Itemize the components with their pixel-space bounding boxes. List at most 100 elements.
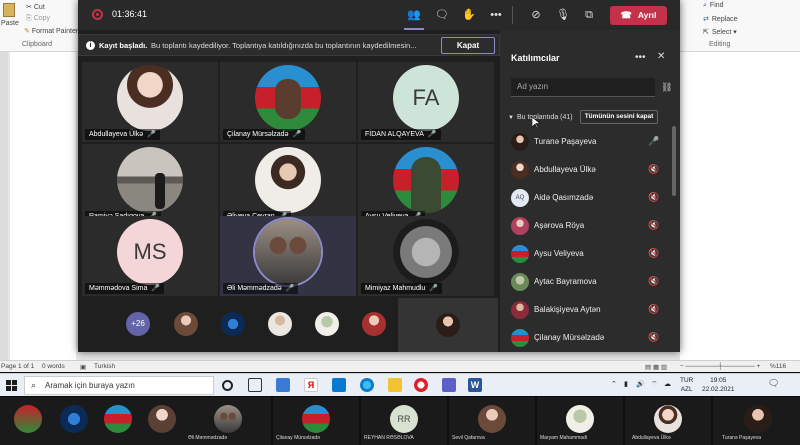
cut-button[interactable]: ✂ Cut — [26, 3, 45, 11]
leave-button[interactable]: ☎ Ayrıl — [610, 6, 667, 25]
participant-search-input[interactable]: Ad yazın — [511, 78, 655, 97]
copy-icon: ⎘ — [26, 15, 32, 22]
participant-thumbnail[interactable] — [14, 405, 42, 433]
participant-thumbnail[interactable] — [174, 312, 198, 336]
teams-icon[interactable] — [442, 378, 456, 392]
opera-icon[interactable] — [414, 378, 428, 392]
document-page-right[interactable] — [680, 52, 800, 360]
participant-thumbnail[interactable] — [221, 312, 245, 336]
taskbar-search-input[interactable]: ⌕ Aramak için buraya yazın — [24, 376, 214, 395]
windows-start-icon[interactable] — [6, 380, 17, 391]
document-page[interactable] — [10, 52, 76, 360]
cursor-icon: ⇱ — [703, 29, 709, 36]
self-avatar — [436, 313, 460, 337]
thumbnail-label: Çilanay Mürsəlzadə — [276, 435, 320, 441]
participant-thumbnail[interactable] — [60, 405, 88, 433]
language-indicator[interactable]: TUR AZL — [680, 376, 693, 394]
participant-thumbnail[interactable] — [744, 405, 772, 433]
file-explorer-icon[interactable] — [388, 378, 402, 392]
participant-thumbnail[interactable] — [566, 405, 594, 433]
share-screen-icon[interactable]: ⧉ — [581, 7, 597, 23]
tray-expand-icon[interactable]: ⌃ — [611, 380, 617, 388]
participant-name-tag: Məmmədova Sima 🎤 — [85, 283, 165, 294]
camera-off-icon[interactable]: ⊘ — [528, 7, 544, 23]
video-tile[interactable]: Çilanay Mürsəlzadə 🎤 — [220, 62, 356, 142]
task-view-icon[interactable] — [248, 378, 262, 392]
participant-thumbnail[interactable] — [104, 405, 132, 433]
chat-icon[interactable]: 🗨 — [434, 7, 450, 23]
more-options-icon[interactable]: ••• — [635, 52, 646, 63]
participant-thumbnail[interactable] — [214, 405, 242, 433]
meeting-timer: 01:36:41 — [112, 9, 148, 19]
participant-thumbnail[interactable] — [478, 405, 506, 433]
close-icon[interactable]: ✕ — [657, 51, 665, 62]
participant-thumbnail[interactable] — [362, 312, 386, 336]
microphone-icon[interactable]: 🎙 — [555, 7, 571, 23]
participant-row[interactable]: Abdullayeva Ülkə 🔇 — [500, 156, 680, 184]
participant-row[interactable]: AQ Aidə Qasımzadə 🔇 — [500, 184, 680, 212]
replace-button[interactable]: ⇄ Replace — [703, 15, 738, 23]
video-tile[interactable]: Ramiyə Sadıqova🎤 — [82, 144, 218, 224]
network-icon[interactable]: ⌔ — [651, 380, 658, 389]
avatar — [255, 65, 321, 131]
participant-row[interactable]: Aytac Bayramova 🔇 — [500, 268, 680, 296]
video-tile[interactable]: Mimiyaz Mahmudlu 🎤 — [358, 216, 494, 296]
reactions-icon[interactable]: ✋ — [461, 7, 477, 23]
participants-panel: Katılımcılar ••• ✕ Ad yazın ⛓ ▼ Bu toplan… — [500, 30, 680, 352]
mail-icon[interactable] — [276, 378, 290, 392]
participant-row[interactable]: Çilanay Mürsəlzadə 🔇 — [500, 324, 680, 352]
avatar — [511, 217, 529, 235]
video-tile[interactable]: MS Məmmədova Sima 🎤 — [82, 216, 218, 296]
more-actions-icon[interactable]: ••• — [488, 7, 504, 23]
participant-thumbnail[interactable] — [654, 405, 682, 433]
participant-thumbnail[interactable] — [315, 312, 339, 336]
view-icons[interactable]: ▤ ▦ ▥ — [645, 363, 667, 371]
video-tile[interactable]: Abdullayeva Ülkə 🎤 — [82, 62, 218, 142]
editing-group-label: Editing — [709, 41, 731, 48]
paste-button[interactable]: Paste — [1, 20, 19, 27]
zoom-slider[interactable]: − ───────┼─────── + — [680, 363, 760, 370]
participant-row[interactable]: Aşərova Röya 🔇 — [500, 212, 680, 240]
mute-all-button[interactable]: Tümünün sesini kapat — [580, 110, 658, 124]
word-count: 0 words — [42, 363, 65, 370]
self-view-tile[interactable] — [398, 298, 498, 352]
clock[interactable]: 19:05 22.02.2021 — [702, 376, 735, 394]
participant-row[interactable]: Balakişiyeva Aytən 🔇 — [500, 296, 680, 324]
battery-icon[interactable]: ▮ — [624, 380, 628, 388]
copy-button[interactable]: ⎘ Copy — [26, 15, 50, 23]
share-invite-icon[interactable]: ⛓ — [661, 82, 672, 93]
participant-row[interactable]: Turanə Paşayeva 🎤 — [500, 128, 680, 156]
mic-muted-icon: 🔇 — [648, 248, 660, 258]
video-tile-speaking[interactable]: Əli Məmmədzadə 🎤 — [220, 216, 356, 296]
participant-thumbnail[interactable] — [148, 405, 176, 433]
notifications-icon[interactable]: 🗨 — [768, 378, 779, 389]
word-icon[interactable]: W — [468, 378, 482, 392]
cortana-icon[interactable] — [222, 380, 233, 391]
participant-name-tag: Mimiyaz Mahmudlu 🎤 — [361, 283, 443, 294]
video-tile[interactable]: Əliyeva Ceyran🎤 — [220, 144, 356, 224]
format-painter-button[interactable]: ✎ Format Painter — [24, 27, 78, 35]
video-tile[interactable]: FA FİDAN ALQAYEVA 🎤 — [358, 62, 494, 142]
overflow-count[interactable]: +26 — [126, 312, 150, 336]
yandex-icon[interactable]: Я — [304, 378, 318, 392]
edge-icon[interactable] — [360, 378, 374, 392]
participants-icon[interactable]: 👥 — [404, 7, 424, 30]
close-banner-button[interactable]: Kapat — [441, 37, 495, 54]
video-tile[interactable]: Aysu Veliyeva🎤 — [358, 144, 494, 224]
store-icon[interactable] — [332, 378, 346, 392]
in-meeting-section[interactable]: ▼ Bu toplantıda (41) — [508, 114, 573, 121]
find-button[interactable]: ⌕ Find — [703, 2, 724, 10]
thumbnail-label: Maryam Mahammadi — [540, 435, 587, 441]
participant-thumbnail[interactable] — [302, 405, 330, 433]
volume-icon[interactable]: 🔊 — [636, 380, 645, 388]
mic-muted-icon: 🎤 — [427, 131, 437, 138]
mic-muted-icon: 🎤 — [147, 131, 156, 138]
onedrive-icon[interactable]: ☁ — [664, 380, 671, 388]
avatar-initials: AQ — [511, 189, 529, 207]
thumbnail-label: Sevil Qafarova — [452, 435, 485, 441]
participant-row[interactable]: Aysu Veliyeva 🔇 — [500, 240, 680, 268]
avatar — [393, 219, 459, 285]
select-button[interactable]: ⇱ Select ▾ — [703, 28, 737, 36]
paste-icon[interactable] — [3, 3, 15, 17]
participant-thumbnail[interactable] — [268, 312, 292, 336]
